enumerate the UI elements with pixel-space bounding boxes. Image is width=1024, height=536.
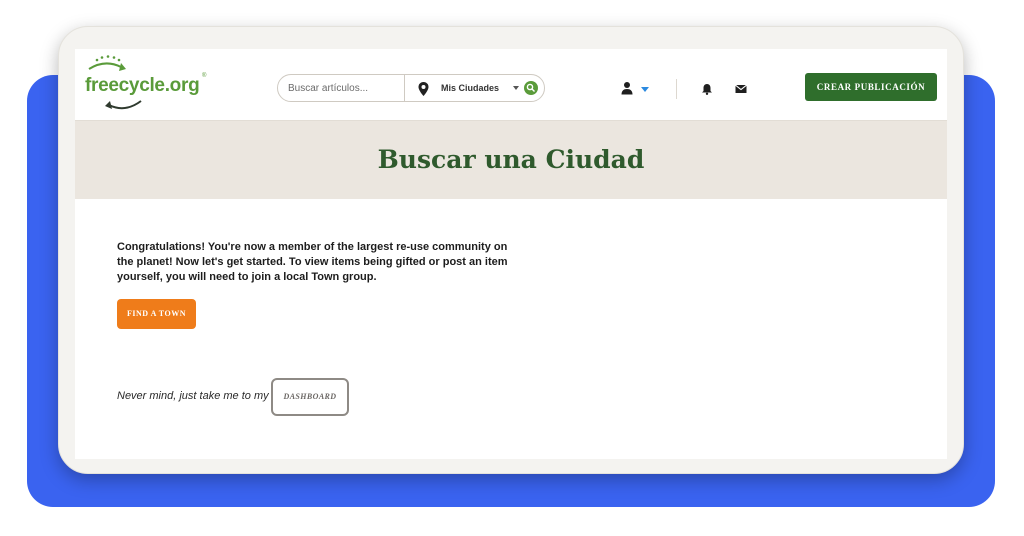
user-icon[interactable]	[620, 81, 634, 95]
map-pin-icon	[418, 82, 429, 96]
find-town-button[interactable]: FIND A TOWN	[117, 299, 196, 329]
device-frame: freecycle.org ® Mis Ciudades	[58, 26, 964, 474]
site-header: freecycle.org ® Mis Ciudades	[75, 49, 947, 121]
page-title: Buscar una Ciudad	[377, 145, 645, 174]
logo-registered-mark: ®	[202, 73, 207, 79]
search-input[interactable]	[288, 79, 400, 97]
mail-icon[interactable]	[735, 84, 747, 94]
freecycle-logo[interactable]: freecycle.org ®	[85, 55, 220, 115]
card-body: Congratulations! You're now a member of …	[92, 219, 930, 447]
dashboard-button[interactable]: DASHBOARD	[271, 378, 349, 416]
welcome-message: Congratulations! You're now a member of …	[117, 241, 508, 283]
header-separator	[676, 79, 677, 99]
city-selector[interactable]: Mis Ciudades	[441, 83, 499, 93]
user-menu-caret-icon[interactable]	[641, 87, 649, 92]
create-post-button[interactable]: CREAR PUBLICACIÓN	[805, 73, 937, 101]
browser-screen: freecycle.org ® Mis Ciudades	[75, 49, 947, 459]
search-bar: Mis Ciudades	[277, 74, 545, 102]
search-divider	[404, 75, 405, 101]
search-button[interactable]	[524, 81, 538, 95]
content-card: Congratulations! You're now a member of …	[75, 199, 947, 459]
search-icon	[526, 83, 535, 92]
logo-text: freecycle.org	[85, 75, 200, 96]
bell-icon[interactable]	[701, 83, 713, 95]
chevron-down-icon[interactable]	[513, 86, 519, 90]
nevermind-text: Never mind, just take me to my	[117, 390, 269, 402]
